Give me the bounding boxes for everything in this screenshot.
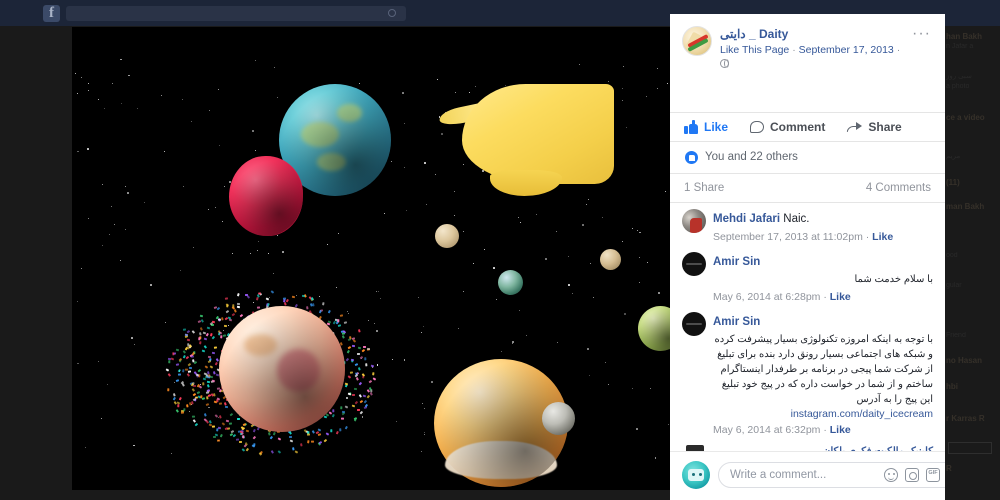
post-meta: Like This Page · September 17, 2013 · <box>720 43 906 71</box>
comment-text: با سلام خدمت شما <box>854 273 933 285</box>
comment-like-link[interactable]: Like <box>830 291 851 303</box>
comment-timestamp[interactable]: May 6, 2014 at 6:32pm <box>713 424 820 436</box>
comment-like-link[interactable]: Like <box>872 231 893 243</box>
comment-text: با توجه به اینکه امروزه تکنولوژی بسیار پ… <box>714 333 933 405</box>
like-button-label: Like <box>704 119 729 134</box>
comment-author-name[interactable]: Amir Sin <box>713 316 760 328</box>
camera-icon[interactable] <box>905 468 919 482</box>
comment-button[interactable]: Comment <box>750 120 825 134</box>
comment-author-avatar[interactable] <box>682 311 706 336</box>
share-button-label: Share <box>868 119 902 134</box>
comment-body: Mehdi Jafari Naic. September 17, 2013 at … <box>713 209 933 245</box>
share-button[interactable]: Share <box>847 119 902 134</box>
comment-timestamp[interactable]: September 17, 2013 at 11:02pm <box>713 231 863 243</box>
comment-list: Mehdi Jafari Naic. September 17, 2013 at … <box>670 201 945 451</box>
comment-body: Amir Sin با سلام خدمت شما May 6, 2014 at 6… <box>713 252 933 305</box>
post-more-options-button[interactable]: ··· <box>906 26 933 46</box>
globe-icon[interactable] <box>720 59 729 68</box>
composer-icons <box>884 468 945 482</box>
pink-ice-cream-planet <box>219 306 345 432</box>
like-reaction-icon <box>684 149 699 165</box>
caramel-splash <box>462 84 614 184</box>
page-avatar[interactable] <box>682 26 712 56</box>
share-count[interactable]: 1 Share <box>684 182 724 194</box>
comment-button-label: Comment <box>770 119 826 134</box>
pellekan-logo-icon[interactable]: پلکان <box>682 444 708 451</box>
gray-moon <box>542 402 575 435</box>
like-button[interactable]: Like <box>684 119 729 134</box>
comment-link[interactable]: instagram.com/daity_icecream <box>713 408 933 420</box>
earth-moon <box>498 270 523 295</box>
post-body-empty <box>670 71 945 112</box>
comment-item: Mehdi Jafari Naic. September 17, 2013 at … <box>682 208 933 245</box>
search-input[interactable] <box>66 6 406 21</box>
share-arrow-icon <box>847 121 863 133</box>
meta-separator-2: · <box>896 44 901 56</box>
meta-separator: · <box>862 230 873 243</box>
thumbs-up-icon <box>684 119 698 134</box>
gif-icon[interactable] <box>926 468 940 482</box>
meta-separator: · <box>820 290 830 303</box>
comment-composer <box>670 451 945 500</box>
comment-author-avatar[interactable] <box>682 251 706 276</box>
comment-meta: September 17, 2013 at 11:02pm · Like <box>713 229 933 245</box>
comment-meta: May 6, 2014 at 6:32pm · Like <box>713 422 933 438</box>
comment-item: Amir Sin با توجه به اینکه امروزه تکنولوژی… <box>682 311 933 438</box>
like-this-page-link[interactable]: Like This Page <box>720 44 789 56</box>
comment-body: Amir Sin با توجه به اینکه امروزه تکنولوژی… <box>713 312 933 438</box>
reactions-summary[interactable]: You and 22 others <box>670 140 945 173</box>
comment-meta: May 6, 2014 at 6:28pm · Like <box>713 289 933 305</box>
emoji-icon[interactable] <box>884 468 898 482</box>
tan-moon <box>435 224 459 248</box>
facebook-logo-icon[interactable]: f <box>43 5 60 22</box>
meta-separator: · <box>820 423 830 436</box>
comment-count[interactable]: 4 Comments <box>866 182 931 194</box>
comment-item: Amir Sin با سلام خدمت شما May 6, 2014 at 6… <box>682 251 933 305</box>
search-icon[interactable] <box>388 9 396 17</box>
page-name[interactable]: Daity _ دایتی <box>720 27 906 41</box>
comment-author-name[interactable]: Amir Sin <box>713 256 760 268</box>
post-header: Daity _ دایتی Like This Page · September… <box>670 14 945 71</box>
comment-author-avatar[interactable] <box>682 208 706 233</box>
comment-bubble-icon <box>750 120 765 133</box>
comment-like-link[interactable]: Like <box>830 424 851 436</box>
counts-row: 1 Share 4 Comments <box>670 172 945 202</box>
red-ice-cream-planet <box>229 156 303 236</box>
post-actions: Like Comment Share <box>670 111 945 141</box>
comment-input[interactable] <box>730 469 884 481</box>
post-date[interactable]: September 17, 2013 <box>799 44 894 56</box>
comment-timestamp[interactable]: May 6, 2014 at 6:28pm <box>713 291 820 303</box>
avatar[interactable] <box>682 461 710 489</box>
tan-moon-2 <box>600 249 621 270</box>
background-right-rail: han Bakh n Jafar a سبی روز a photo ce a … <box>942 26 1000 500</box>
photo-theater-image[interactable] <box>72 27 670 490</box>
screenshot-root: f han Bakh n Jafar a سبی روز a photo ce … <box>0 0 1000 500</box>
comment-text-inline: Naic. <box>780 212 810 225</box>
post-detail-panel: Daity _ دایتی Like This Page · September… <box>670 14 945 500</box>
reactions-summary-label: You and 22 others <box>705 151 798 164</box>
comment-author-name[interactable]: Mehdi Jafari <box>713 213 780 225</box>
comment-input-box[interactable] <box>718 462 945 488</box>
